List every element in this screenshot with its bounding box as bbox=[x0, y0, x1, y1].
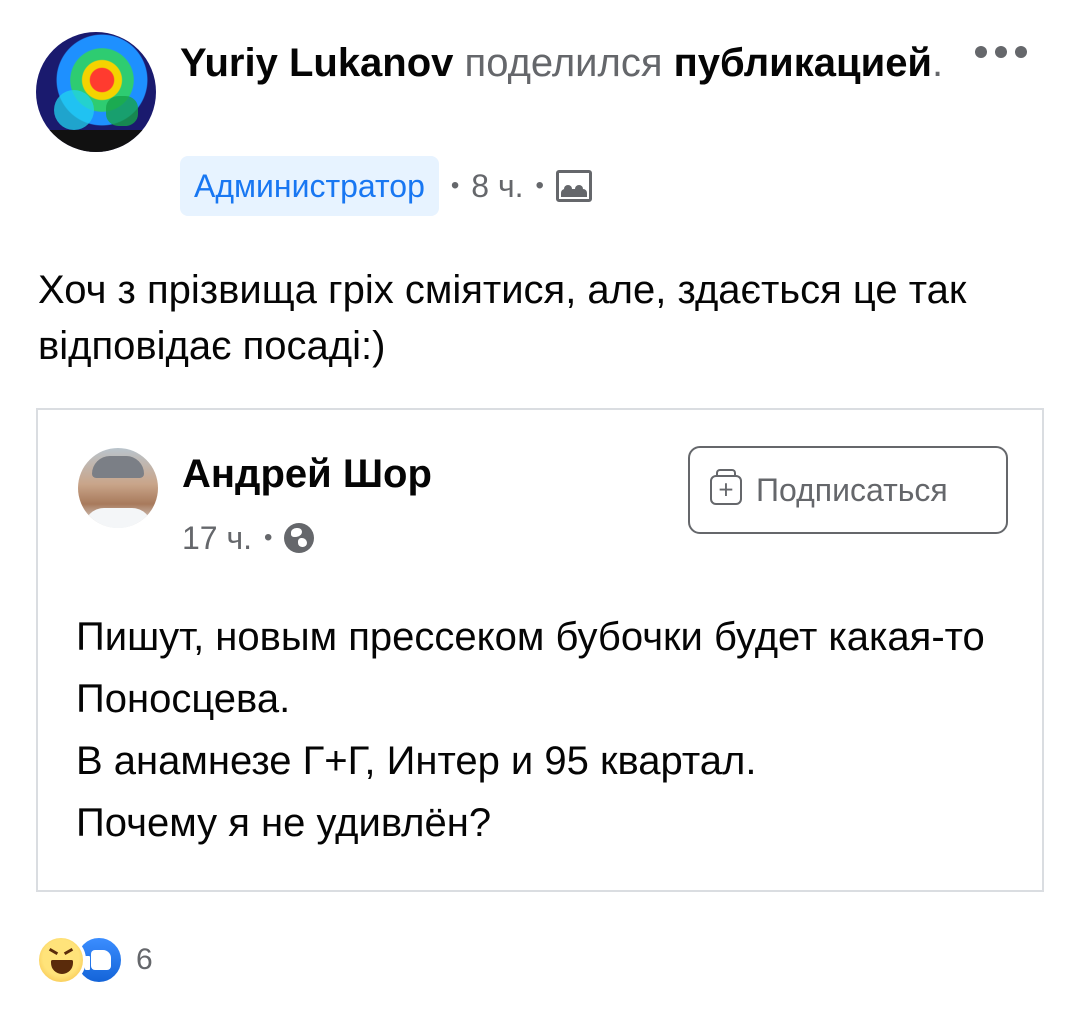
add-follow-icon: + bbox=[710, 469, 742, 505]
shared-post-timestamp[interactable]: 17 ч. bbox=[182, 520, 252, 557]
meta-separator: • bbox=[450, 172, 460, 199]
subscribe-label: Подписаться bbox=[756, 471, 948, 508]
more-dot bbox=[995, 46, 1007, 58]
photo-album-icon[interactable] bbox=[555, 170, 592, 202]
avatar-art bbox=[84, 508, 152, 528]
reactions-bar[interactable]: 6 bbox=[36, 934, 153, 986]
subscribe-button[interactable]: + Подписаться bbox=[688, 446, 1008, 534]
avatar-art bbox=[36, 130, 156, 152]
shared-publication-link[interactable]: публикацией bbox=[674, 41, 932, 85]
author-action: поделился bbox=[453, 41, 674, 85]
more-dot bbox=[1015, 46, 1027, 58]
post-timestamp[interactable]: 8 ч. bbox=[471, 168, 523, 205]
author-line-period: . bbox=[932, 41, 944, 85]
shared-author-name[interactable]: Андрей Шор bbox=[182, 452, 432, 497]
role-badge[interactable]: Администратор bbox=[180, 156, 439, 216]
more-dot bbox=[975, 46, 987, 58]
shared-post-text: Пишут, новым прессеком бубочки будет как… bbox=[76, 615, 985, 845]
shared-post-meta: 17 ч. • bbox=[182, 516, 315, 560]
reaction-count[interactable]: 6 bbox=[136, 943, 153, 977]
globe-icon[interactable] bbox=[284, 523, 315, 553]
post-meta: Администратор • 8 ч. • bbox=[180, 156, 592, 216]
haha-reaction-icon bbox=[36, 935, 86, 985]
author-name[interactable]: Yuriy Lukanov bbox=[180, 41, 453, 85]
shared-author-avatar[interactable] bbox=[78, 448, 158, 528]
author-line: Yuriy Lukanov поделился публикацией. bbox=[180, 38, 950, 88]
author-avatar[interactable] bbox=[36, 32, 156, 152]
avatar-art bbox=[92, 456, 144, 478]
post-text: Хоч з прізвища гріх сміятися, але, здаєт… bbox=[38, 268, 967, 368]
shared-post-card[interactable]: Андрей Шор 17 ч. • + Подписаться Пишут, … bbox=[36, 408, 1044, 892]
meta-separator: • bbox=[535, 172, 544, 199]
avatar-art bbox=[54, 90, 94, 130]
meta-separator: • bbox=[264, 524, 273, 551]
avatar-art bbox=[106, 96, 138, 126]
more-horizontal-icon[interactable] bbox=[975, 38, 1027, 66]
